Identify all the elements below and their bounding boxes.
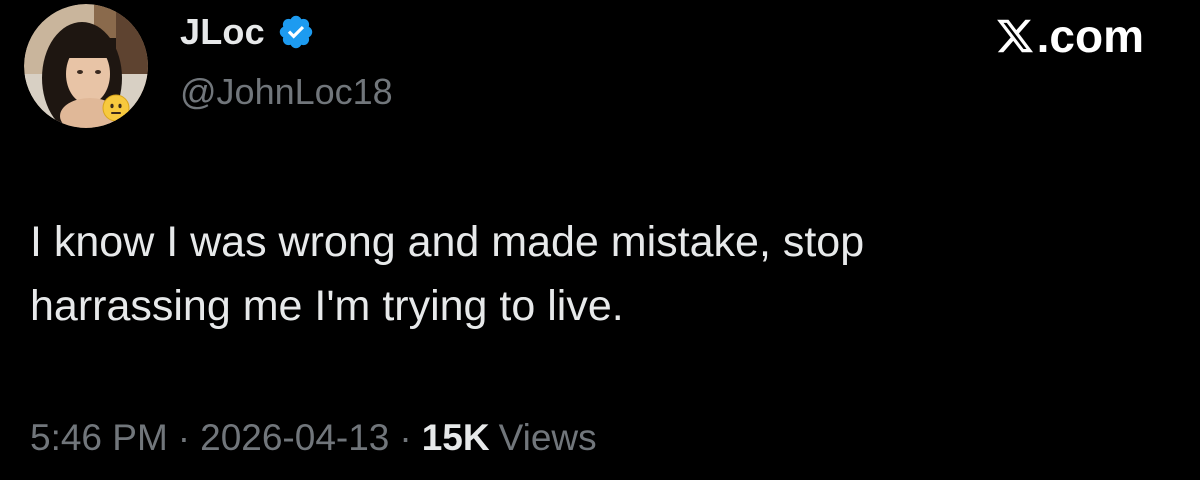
author-name-row[interactable]: JLoc: [180, 10, 315, 54]
views-label: Views: [498, 417, 597, 458]
display-name: JLoc: [180, 11, 265, 52]
author-handle[interactable]: @JohnLoc18: [180, 70, 393, 114]
tweet-text: I know I was wrong and made mistake, sto…: [30, 218, 865, 330]
x-logo-icon: [996, 19, 1033, 53]
neutral-face-emoji-icon: [102, 94, 130, 122]
meta-separator: ·: [177, 417, 191, 458]
verified-badge-icon: [279, 15, 313, 49]
tweet-time[interactable]: 5:46 PM: [30, 414, 168, 462]
avatar[interactable]: [24, 4, 148, 128]
tweet-card: JLoc @JohnLoc18 .com I know I was wrong …: [0, 0, 1200, 480]
brand-domain-text: .com: [1036, 10, 1144, 62]
brand-watermark: .com: [995, 6, 1144, 66]
tweet-date[interactable]: 2026-04-13: [200, 414, 389, 462]
views-count: 15K: [421, 417, 490, 458]
tweet-meta: 5:46 PM · 2026-04-13 · 15K Views: [30, 414, 597, 462]
meta-separator: ·: [399, 417, 412, 458]
